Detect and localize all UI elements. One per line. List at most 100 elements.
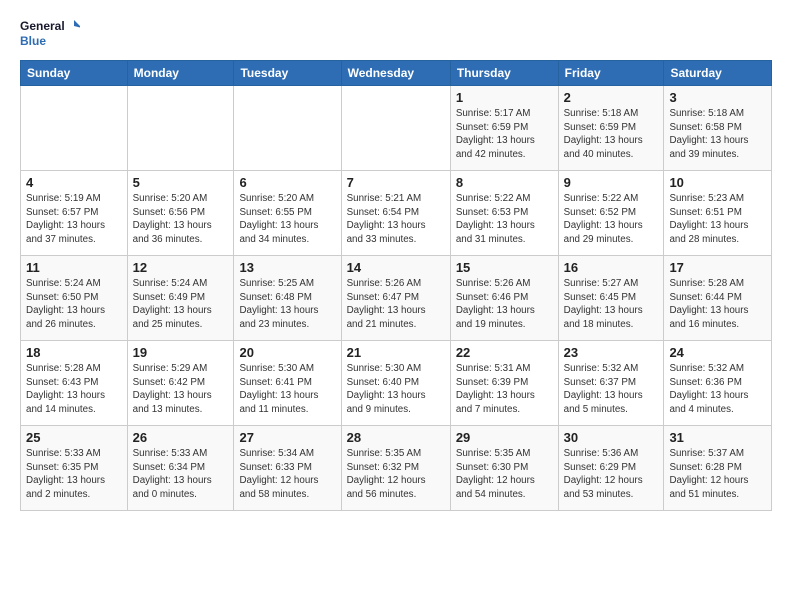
calendar-cell [234,86,341,171]
calendar-cell [341,86,450,171]
day-number: 13 [239,260,335,275]
calendar-cell: 25 Sunrise: 5:33 AMSunset: 6:35 PMDayligh… [21,426,128,511]
day-number: 11 [26,260,122,275]
day-detail: Sunrise: 5:34 AMSunset: 6:33 PMDaylight:… [239,447,335,502]
calendar-cell: 8 Sunrise: 5:22 AMSunset: 6:53 PMDaylight… [450,171,558,256]
day-detail: Sunrise: 5:20 AMSunset: 6:56 PMDaylight:… [133,192,229,247]
day-number: 20 [239,345,335,360]
day-detail: Sunrise: 5:18 AMSunset: 6:58 PMDaylight:… [669,107,766,162]
svg-text:Blue: Blue [20,34,46,48]
weekday-thursday: Thursday [450,61,558,86]
calendar-cell: 21 Sunrise: 5:30 AMSunset: 6:40 PMDayligh… [341,341,450,426]
day-number: 1 [456,90,553,105]
calendar-cell: 19 Sunrise: 5:29 AMSunset: 6:42 PMDayligh… [127,341,234,426]
day-detail: Sunrise: 5:19 AMSunset: 6:57 PMDaylight:… [26,192,122,247]
calendar-cell: 27 Sunrise: 5:34 AMSunset: 6:33 PMDayligh… [234,426,341,511]
weekday-friday: Friday [558,61,664,86]
day-detail: Sunrise: 5:35 AMSunset: 6:30 PMDaylight:… [456,447,553,502]
day-detail: Sunrise: 5:25 AMSunset: 6:48 PMDaylight:… [239,277,335,332]
calendar-cell: 20 Sunrise: 5:30 AMSunset: 6:41 PMDayligh… [234,341,341,426]
day-number: 2 [564,90,659,105]
day-number: 26 [133,430,229,445]
calendar-week-5: 25 Sunrise: 5:33 AMSunset: 6:35 PMDayligh… [21,426,772,511]
calendar-cell: 10 Sunrise: 5:23 AMSunset: 6:51 PMDayligh… [664,171,772,256]
day-number: 15 [456,260,553,275]
day-number: 25 [26,430,122,445]
calendar-cell: 29Sunrise: 5:35 AMSunset: 6:30 PMDayligh… [450,426,558,511]
calendar-cell: 30Sunrise: 5:36 AMSunset: 6:29 PMDayligh… [558,426,664,511]
calendar-cell: 14 Sunrise: 5:26 AMSunset: 6:47 PMDayligh… [341,256,450,341]
day-number: 30 [564,430,659,445]
day-number: 18 [26,345,122,360]
calendar-cell: 12Sunrise: 5:24 AMSunset: 6:49 PMDayligh… [127,256,234,341]
calendar-cell: 13 Sunrise: 5:25 AMSunset: 6:48 PMDayligh… [234,256,341,341]
day-detail: Sunrise: 5:28 AMSunset: 6:44 PMDaylight:… [669,277,766,332]
day-detail: Sunrise: 5:23 AMSunset: 6:51 PMDaylight:… [669,192,766,247]
weekday-sunday: Sunday [21,61,128,86]
weekday-saturday: Saturday [664,61,772,86]
day-number: 19 [133,345,229,360]
day-number: 28 [347,430,445,445]
calendar-cell: 4 Sunrise: 5:19 AMSunset: 6:57 PMDaylight… [21,171,128,256]
calendar-cell: 18Sunrise: 5:28 AMSunset: 6:43 PMDayligh… [21,341,128,426]
day-detail: Sunrise: 5:20 AMSunset: 6:55 PMDaylight:… [239,192,335,247]
calendar-cell: 2 Sunrise: 5:18 AMSunset: 6:59 PMDaylight… [558,86,664,171]
day-detail: Sunrise: 5:35 AMSunset: 6:32 PMDaylight:… [347,447,445,502]
calendar-header: SundayMondayTuesdayWednesdayThursdayFrid… [21,61,772,86]
day-number: 9 [564,175,659,190]
day-number: 16 [564,260,659,275]
day-number: 8 [456,175,553,190]
weekday-monday: Monday [127,61,234,86]
day-number: 17 [669,260,766,275]
page: General Blue SundayMondayTuesdayWednesda… [0,0,792,521]
calendar-week-1: 1 Sunrise: 5:17 AMSunset: 6:59 PMDaylight… [21,86,772,171]
calendar-week-2: 4 Sunrise: 5:19 AMSunset: 6:57 PMDaylight… [21,171,772,256]
day-number: 10 [669,175,766,190]
calendar-cell: 24Sunrise: 5:32 AMSunset: 6:36 PMDayligh… [664,341,772,426]
calendar-cell: 1 Sunrise: 5:17 AMSunset: 6:59 PMDaylight… [450,86,558,171]
day-detail: Sunrise: 5:26 AMSunset: 6:46 PMDaylight:… [456,277,553,332]
logo: General Blue [20,16,80,52]
day-detail: Sunrise: 5:24 AMSunset: 6:50 PMDaylight:… [26,277,122,332]
calendar-cell: 16 Sunrise: 5:27 AMSunset: 6:45 PMDayligh… [558,256,664,341]
day-number: 27 [239,430,335,445]
calendar-cell [21,86,128,171]
day-detail: Sunrise: 5:18 AMSunset: 6:59 PMDaylight:… [564,107,659,162]
day-number: 22 [456,345,553,360]
day-number: 7 [347,175,445,190]
day-detail: Sunrise: 5:21 AMSunset: 6:54 PMDaylight:… [347,192,445,247]
day-detail: Sunrise: 5:30 AMSunset: 6:41 PMDaylight:… [239,362,335,417]
day-detail: Sunrise: 5:30 AMSunset: 6:40 PMDaylight:… [347,362,445,417]
calendar-body: 1 Sunrise: 5:17 AMSunset: 6:59 PMDaylight… [21,86,772,511]
day-number: 14 [347,260,445,275]
calendar-cell: 23 Sunrise: 5:32 AMSunset: 6:37 PMDayligh… [558,341,664,426]
logo-svg: General Blue [20,16,80,52]
calendar-cell: 11 Sunrise: 5:24 AMSunset: 6:50 PMDayligh… [21,256,128,341]
day-detail: Sunrise: 5:22 AMSunset: 6:53 PMDaylight:… [456,192,553,247]
day-number: 4 [26,175,122,190]
calendar-cell: 31Sunrise: 5:37 AMSunset: 6:28 PMDayligh… [664,426,772,511]
calendar-week-3: 11 Sunrise: 5:24 AMSunset: 6:50 PMDayligh… [21,256,772,341]
calendar-cell: 22 Sunrise: 5:31 AMSunset: 6:39 PMDayligh… [450,341,558,426]
calendar-cell: 5 Sunrise: 5:20 AMSunset: 6:56 PMDaylight… [127,171,234,256]
day-detail: Sunrise: 5:26 AMSunset: 6:47 PMDaylight:… [347,277,445,332]
day-number: 3 [669,90,766,105]
day-detail: Sunrise: 5:32 AMSunset: 6:37 PMDaylight:… [564,362,659,417]
day-detail: Sunrise: 5:33 AMSunset: 6:34 PMDaylight:… [133,447,229,502]
day-number: 6 [239,175,335,190]
day-number: 5 [133,175,229,190]
calendar-cell: 17 Sunrise: 5:28 AMSunset: 6:44 PMDayligh… [664,256,772,341]
calendar-cell: 26 Sunrise: 5:33 AMSunset: 6:34 PMDayligh… [127,426,234,511]
day-detail: Sunrise: 5:31 AMSunset: 6:39 PMDaylight:… [456,362,553,417]
calendar-cell: 28 Sunrise: 5:35 AMSunset: 6:32 PMDayligh… [341,426,450,511]
header: General Blue [20,16,772,52]
day-detail: Sunrise: 5:24 AMSunset: 6:49 PMDaylight:… [133,277,229,332]
day-detail: Sunrise: 5:17 AMSunset: 6:59 PMDaylight:… [456,107,553,162]
day-number: 23 [564,345,659,360]
day-detail: Sunrise: 5:22 AMSunset: 6:52 PMDaylight:… [564,192,659,247]
day-number: 21 [347,345,445,360]
day-detail: Sunrise: 5:27 AMSunset: 6:45 PMDaylight:… [564,277,659,332]
day-detail: Sunrise: 5:29 AMSunset: 6:42 PMDaylight:… [133,362,229,417]
day-detail: Sunrise: 5:32 AMSunset: 6:36 PMDaylight:… [669,362,766,417]
day-detail: Sunrise: 5:33 AMSunset: 6:35 PMDaylight:… [26,447,122,502]
